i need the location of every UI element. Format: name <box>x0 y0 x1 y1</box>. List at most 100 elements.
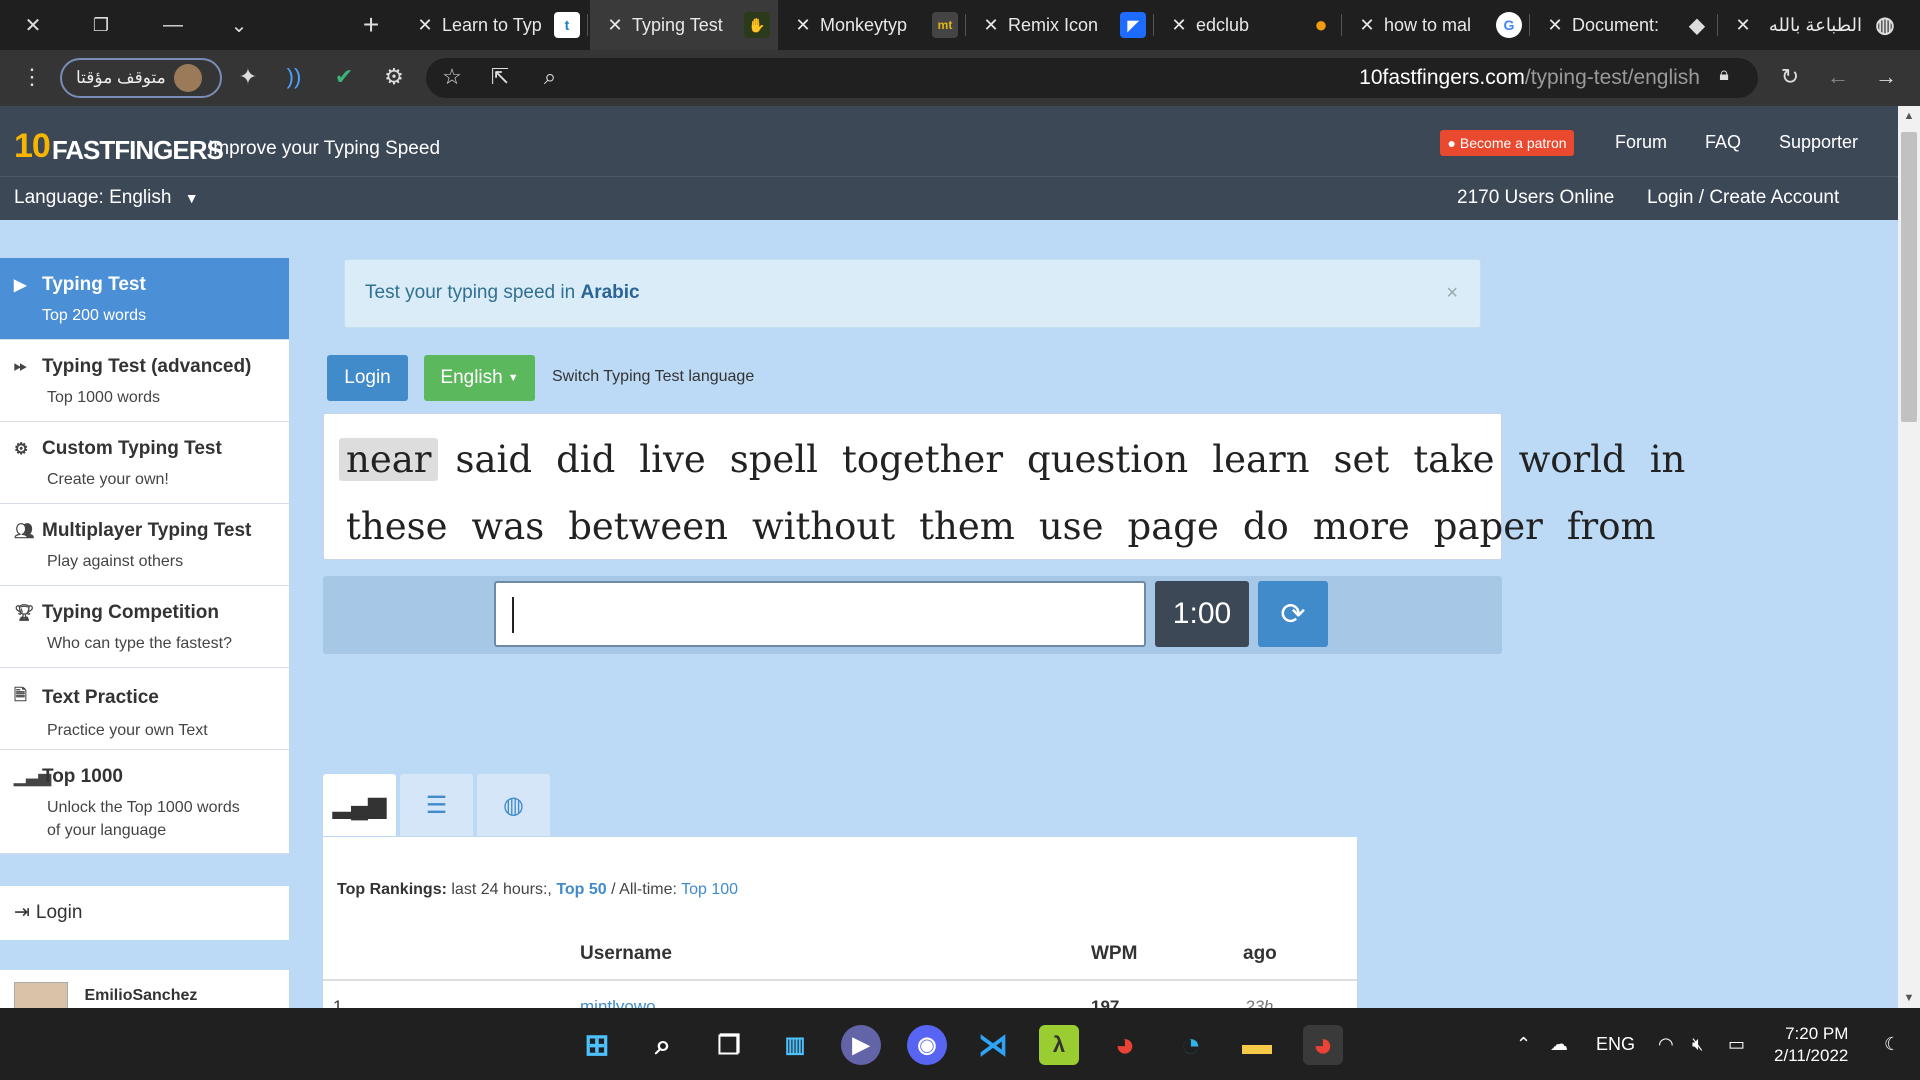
scroll-up-icon[interactable]: ▲ <box>1898 110 1920 122</box>
battery-icon[interactable]: ▭ <box>1728 1034 1745 1055</box>
omnibox[interactable]: ☆ ⇱ ⌕ 10fastfingers.com/typing-test/engl… <box>426 58 1758 98</box>
discord-icon[interactable]: ◉ <box>907 1025 947 1065</box>
chrome-icon[interactable]: ◕ <box>1105 1025 1145 1065</box>
nav-supporter-link[interactable]: Supporter <box>1779 132 1858 153</box>
browser-tab[interactable]: ✕ edclub ● <box>1154 0 1342 50</box>
login-button[interactable]: Login <box>327 355 408 401</box>
page-scrollbar[interactable]: ▲ ▼ <box>1898 106 1920 1008</box>
scroll-down-icon[interactable]: ▼ <box>1898 992 1920 1004</box>
word: question <box>1027 438 1189 481</box>
start-icon[interactable]: ⊞ <box>577 1025 617 1065</box>
typing-input[interactable] <box>494 581 1146 647</box>
window-restore-icon[interactable]: ❐ <box>84 8 118 42</box>
sidebar-item-subtitle: Create your own! <box>47 471 169 488</box>
become-patron-button[interactable]: ● Become a patron <box>1440 130 1574 156</box>
language-dropdown[interactable]: Language: English ▼ <box>14 187 199 209</box>
widgets-icon[interactable]: ▥ <box>775 1025 815 1065</box>
back-icon[interactable]: → <box>1872 64 1900 90</box>
search-icon[interactable]: ⌕ <box>643 1025 683 1065</box>
profile-button[interactable]: متوقف مؤقتا <box>60 58 222 98</box>
tab-world[interactable]: ◍ <box>477 774 550 836</box>
sidebar-user-box[interactable]: EmilioSanchez <box>0 970 289 1008</box>
new-tab-button[interactable]: + <box>354 8 388 42</box>
share-icon[interactable]: ⇱ <box>486 64 514 90</box>
sidebar-item-text-practice[interactable]: 🗎 Text Practice Practice your own Text <box>0 668 289 750</box>
language-select-button[interactable]: English ▼ <box>424 355 535 401</box>
browser-tab[interactable]: ✕ Document: ◆ <box>1530 0 1718 50</box>
site-logo[interactable]: 10 FASTFINGERS <box>14 116 224 166</box>
tray-chevron-icon[interactable]: ⌃ <box>1516 1034 1531 1055</box>
browser-tab-strip: ✕ ❐ — ⌄ + ✕ Learn to Typ t ✕ Typing Test… <box>0 0 1920 50</box>
words-line: near said did live spell together question lear… <box>339 426 1685 493</box>
close-icon[interactable]: × <box>1446 282 1458 305</box>
sidebar-item-title: Top 1000 <box>42 766 123 787</box>
input-language[interactable]: ENG <box>1596 1034 1635 1055</box>
word: from <box>1566 505 1656 548</box>
sidebar-item-top-1000[interactable]: ▁▃▅ Top 1000 Unlock the Top 1000 words of… <box>0 750 289 854</box>
table-divider <box>323 979 1357 981</box>
site-header: 10 FASTFINGERS Improve your Typing Speed… <box>0 106 1898 176</box>
notification-moon-icon[interactable]: ☾ <box>1884 1034 1900 1055</box>
system-clock[interactable]: 7:20 PM 2/11/2022 <box>1774 1023 1848 1067</box>
url-text[interactable]: 10fastfingers.com/typing-test/english <box>1359 66 1700 90</box>
window-minimize-icon[interactable]: — <box>156 8 190 42</box>
tab-search-icon[interactable]: ⌄ <box>222 8 256 42</box>
nav-faq-link[interactable]: FAQ <box>1705 132 1741 153</box>
sidebar-item-custom-typing-test[interactable]: ⚙ Custom Typing Test Create your own! <box>0 422 289 504</box>
row-rank: 1 <box>333 997 343 1008</box>
browser-tab[interactable]: ✕ Remix Icon ◤ <box>966 0 1154 50</box>
scrollbar-thumb[interactable] <box>1901 132 1917 422</box>
lock-icon[interactable]: 🔒︎ <box>1710 64 1738 85</box>
window-close-icon[interactable]: ✕ <box>16 8 50 42</box>
tab-close-icon[interactable]: ✕ <box>1356 15 1378 36</box>
sidebar-item-typing-test-advanced[interactable]: ⏩︎ Typing Test (advanced) Top 1000 words <box>0 340 289 422</box>
tab-close-icon[interactable]: ✕ <box>792 15 814 36</box>
lambda-app-icon[interactable]: λ <box>1039 1025 1079 1065</box>
alert-language-link[interactable]: Arabic <box>580 282 639 303</box>
onedrive-cloud-icon[interactable]: ☁ <box>1550 1034 1568 1055</box>
chrome-active-icon[interactable]: ◕ <box>1303 1025 1343 1065</box>
bookmark-star-icon[interactable]: ☆ <box>438 64 466 90</box>
tab-close-icon[interactable]: ✕ <box>414 15 436 36</box>
browser-tab[interactable]: ✕ Monkeytyp mt <box>778 0 966 50</box>
word: more <box>1312 505 1410 548</box>
zoom-search-icon[interactable]: ⌕ <box>536 64 564 90</box>
forward-icon[interactable]: ← <box>1824 64 1852 90</box>
file-explorer-icon[interactable]: ▬ <box>1237 1025 1277 1065</box>
reload-icon[interactable]: ↻ <box>1776 64 1804 90</box>
row-username-link[interactable]: mintlyowo <box>580 997 656 1008</box>
nav-forum-link[interactable]: Forum <box>1615 132 1667 153</box>
sidebar-item-competition[interactable]: 🏆︎ Typing Competition Who can type the fa… <box>0 586 289 668</box>
tab-close-icon[interactable]: ✕ <box>1168 15 1190 36</box>
extensions-icon[interactable]: ✦ <box>234 64 262 90</box>
browser-tab[interactable]: ✕ Learn to Typ t <box>400 0 588 50</box>
volume-muted-icon[interactable]: 🔇︎ <box>1692 1034 1703 1055</box>
sidebar-item-typing-test[interactable]: ▶ Typing Test Top 200 words <box>0 258 289 340</box>
extension-check-icon[interactable]: ✔ <box>330 64 358 90</box>
browser-tab-active[interactable]: ✕ Typing Test ✋ <box>590 0 778 50</box>
top50-link[interactable]: Top 50 <box>556 881 606 898</box>
col-ago: ago <box>1243 943 1277 964</box>
tab-close-icon[interactable]: ✕ <box>1732 15 1754 36</box>
browser-tab[interactable]: ✕ الطباعة بالله ◍ <box>1718 0 1920 50</box>
sidebar-login-link[interactable]: ⇥ Login <box>0 886 289 940</box>
edge-icon[interactable]: ◔ <box>1171 1025 1211 1065</box>
settings-gear-icon[interactable]: ⚙ <box>380 64 408 90</box>
tab-list[interactable]: ☰ <box>400 774 473 836</box>
read-aloud-icon[interactable]: )) <box>280 64 308 90</box>
browser-tab[interactable]: ✕ how to mal G <box>1342 0 1530 50</box>
sidebar-item-multiplayer[interactable]: 👥︎ Multiplayer Typing Test Play against o… <box>0 504 289 586</box>
wifi-icon[interactable]: ◠ <box>1658 1034 1674 1055</box>
tab-close-icon[interactable]: ✕ <box>980 15 1002 36</box>
browser-menu-icon[interactable]: ⋮ <box>18 64 46 90</box>
vscode-icon[interactable]: ⋊ <box>973 1025 1013 1065</box>
teams-chat-icon[interactable]: ▶ <box>841 1025 881 1065</box>
refresh-button[interactable]: ⟳ <box>1258 581 1328 647</box>
word: use <box>1038 505 1104 548</box>
tab-close-icon[interactable]: ✕ <box>604 15 626 36</box>
tab-close-icon[interactable]: ✕ <box>1544 15 1566 36</box>
login-create-account-link[interactable]: Login / Create Account <box>1647 187 1839 209</box>
task-view-icon[interactable]: ❐ <box>709 1025 749 1065</box>
tab-rankings[interactable]: ▂▄▆ <box>323 774 396 836</box>
top100-link[interactable]: Top 100 <box>681 881 738 898</box>
